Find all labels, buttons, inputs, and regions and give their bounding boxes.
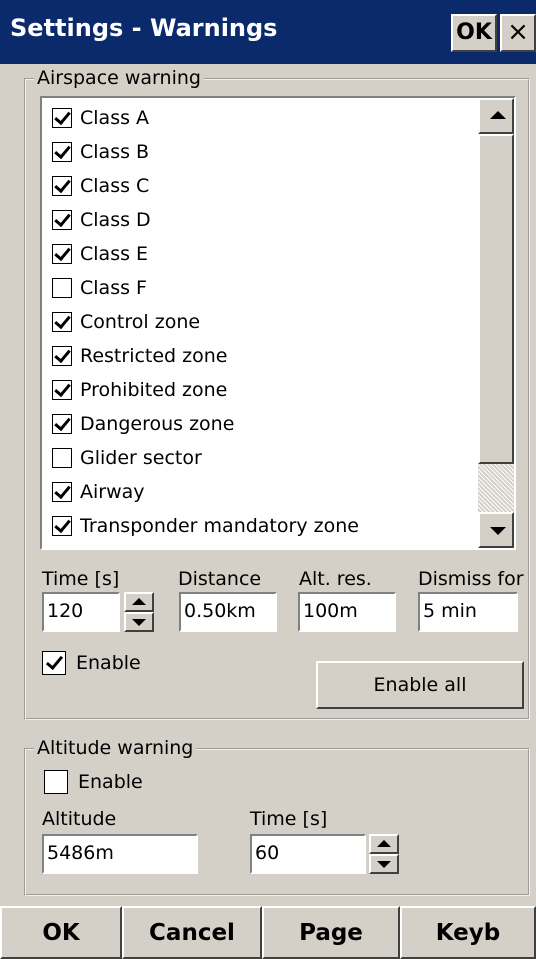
- cancel-button[interactable]: Cancel: [122, 906, 262, 959]
- list-item[interactable]: Class A: [52, 102, 472, 134]
- checkmark-icon: [54, 311, 71, 330]
- airspace-class-list[interactable]: Class A Class B Class C Class D Class E Class…: [40, 96, 516, 550]
- altitude-enable-checkbox[interactable]: Enable: [44, 770, 143, 794]
- checkmark-icon: [45, 651, 64, 671]
- alt-res-label: Alt. res.: [299, 568, 372, 590]
- list-item-label: Prohibited zone: [80, 379, 228, 401]
- list-item[interactable]: Restricted zone: [52, 340, 472, 372]
- distance-input[interactable]: 0.50km: [179, 592, 277, 632]
- checkbox[interactable]: [52, 379, 72, 400]
- titlebar-ok-button[interactable]: OK: [451, 14, 497, 52]
- list-item-label: Class F: [80, 277, 147, 299]
- list-item-label: Class C: [80, 175, 150, 197]
- time-spinner[interactable]: [124, 592, 154, 632]
- list-item[interactable]: Prohibited zone: [52, 374, 472, 406]
- list-item-label: Control zone: [80, 311, 201, 333]
- checkbox[interactable]: [52, 243, 72, 264]
- checkbox[interactable]: [52, 413, 72, 434]
- spin-down-button[interactable]: [369, 854, 399, 874]
- dismiss-label: Dismiss for: [418, 568, 524, 590]
- checkbox[interactable]: [52, 345, 72, 366]
- checkmark-icon: [54, 175, 71, 194]
- checkbox[interactable]: [52, 448, 72, 468]
- checkbox[interactable]: [52, 107, 72, 128]
- airspace-enable-label: Enable: [76, 652, 141, 674]
- list-item-label: Dangerous zone: [80, 413, 235, 435]
- list-item-label: Class B: [80, 141, 150, 163]
- ok-button[interactable]: OK: [0, 906, 122, 959]
- close-button[interactable]: ×: [500, 14, 536, 52]
- list-item[interactable]: Class F: [52, 272, 472, 304]
- airspace-enable-checkbox[interactable]: Enable: [42, 651, 141, 675]
- altitude-warning-legend: Altitude warning: [34, 737, 197, 759]
- checkmark-icon: [54, 515, 71, 534]
- airspace-warning-legend: Airspace warning: [34, 67, 204, 89]
- list-item[interactable]: Transponder mandatory zone: [52, 510, 472, 542]
- list-scrollbar[interactable]: [478, 98, 514, 548]
- arrow-up-icon: [377, 840, 391, 847]
- list-item[interactable]: Dangerous zone: [52, 408, 472, 440]
- checkmark-icon: [54, 379, 71, 398]
- scroll-up-button[interactable]: [478, 98, 514, 134]
- scroll-down-button[interactable]: [478, 512, 514, 548]
- list-item[interactable]: Class B: [52, 136, 472, 168]
- keyboard-button[interactable]: Keyb: [400, 906, 536, 959]
- alt-res-input[interactable]: 100m: [298, 592, 396, 632]
- dismiss-input[interactable]: 5 min: [418, 592, 518, 632]
- altitude-input[interactable]: 5486m: [42, 834, 198, 874]
- list-item-label: Class A: [80, 107, 150, 129]
- time-input[interactable]: 120: [42, 592, 120, 632]
- checkmark-icon: [54, 345, 71, 364]
- checkmark-icon: [54, 413, 71, 432]
- altitude-time-spinner[interactable]: [369, 834, 399, 874]
- checkmark-icon: [54, 209, 71, 228]
- checkbox[interactable]: [52, 311, 72, 332]
- checkmark-icon: [54, 141, 71, 160]
- list-item[interactable]: Class D: [52, 204, 472, 236]
- checkmark-icon: [54, 481, 71, 500]
- enable-all-button[interactable]: Enable all: [316, 661, 524, 709]
- altitude-time-input[interactable]: 60: [250, 834, 366, 874]
- time-label: Time [s]: [42, 568, 120, 590]
- list-item-label: Transponder mandatory zone: [80, 515, 359, 537]
- checkbox-box[interactable]: [44, 770, 68, 794]
- list-item-label: Airway: [80, 481, 145, 503]
- checkmark-icon: [54, 243, 71, 262]
- list-item-label: Class D: [80, 209, 151, 231]
- window-title: Settings - Warnings: [10, 14, 278, 42]
- bottom-toolbar: OK Cancel Page Keyb: [0, 906, 536, 959]
- arrow-down-icon: [377, 861, 391, 868]
- checkbox[interactable]: [52, 175, 72, 196]
- altitude-label: Altitude: [42, 808, 117, 830]
- altitude-time-label: Time [s]: [250, 808, 328, 830]
- list-item[interactable]: Airway: [52, 476, 472, 508]
- list-item-label: Restricted zone: [80, 345, 228, 367]
- arrow-down-icon: [490, 527, 506, 535]
- list-item-label: Class E: [80, 243, 149, 265]
- checkbox[interactable]: [52, 515, 72, 536]
- list-item[interactable]: Control zone: [52, 306, 472, 338]
- arrow-up-icon: [490, 111, 506, 119]
- checkbox[interactable]: [52, 209, 72, 230]
- list-item[interactable]: Glider sector: [52, 442, 472, 474]
- altitude-enable-label: Enable: [78, 771, 143, 793]
- checkbox[interactable]: [52, 141, 72, 162]
- page-button[interactable]: Page: [262, 906, 400, 959]
- checkbox[interactable]: [52, 481, 72, 502]
- list-item-label: Glider sector: [80, 447, 202, 469]
- checkbox[interactable]: [52, 278, 72, 298]
- scroll-track[interactable]: [478, 464, 514, 512]
- spin-up-button[interactable]: [369, 834, 399, 854]
- spin-up-button[interactable]: [124, 592, 154, 612]
- arrow-down-icon: [132, 619, 146, 626]
- list-item[interactable]: Class C: [52, 170, 472, 202]
- list-item[interactable]: Class E: [52, 238, 472, 270]
- checkbox-box[interactable]: [42, 651, 66, 675]
- arrow-up-icon: [132, 598, 146, 605]
- distance-label: Distance: [178, 568, 262, 590]
- scroll-thumb[interactable]: [478, 134, 514, 464]
- spin-down-button[interactable]: [124, 612, 154, 632]
- title-bar: Settings - Warnings OK ×: [0, 0, 536, 64]
- checkmark-icon: [54, 107, 71, 126]
